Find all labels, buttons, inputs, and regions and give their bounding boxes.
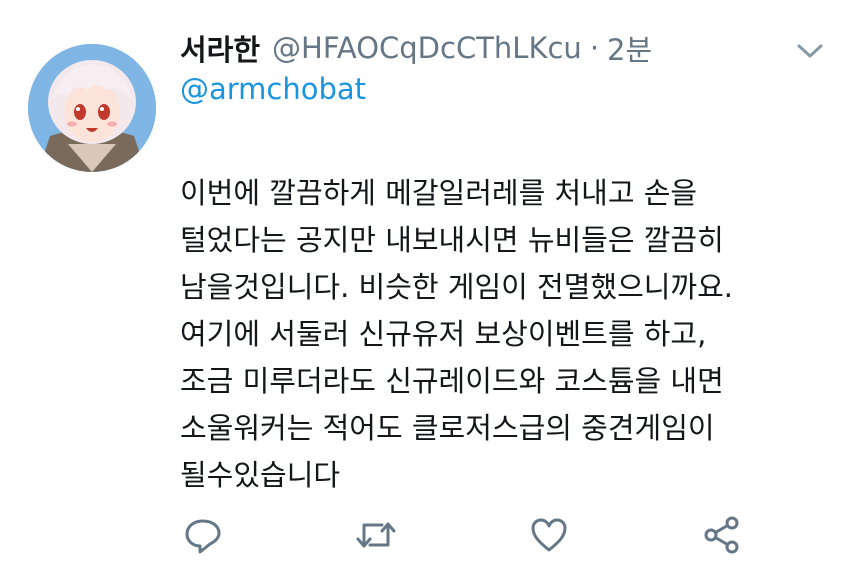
tweet-timestamp[interactable]: 2분 bbox=[607, 27, 652, 69]
tweet-text-line: 털었다는 공지만 내보내시면 뉴비들은 깔끔히 bbox=[180, 223, 724, 257]
avatar[interactable] bbox=[28, 44, 156, 172]
meta-separator: · bbox=[589, 31, 600, 65]
heart-icon bbox=[531, 518, 567, 552]
tweet-actions bbox=[0, 510, 850, 560]
tweet-text-line: 이번에 깔끔하게 메갈일러레를 처내고 손을 bbox=[180, 176, 698, 210]
tweet-text: 이번에 깔끔하게 메갈일러레를 처내고 손을 털었다는 공지만 내보내시면 뉴비… bbox=[180, 170, 830, 499]
tweet-text-line: 여기에 서둘러 신규유저 보상이벤트를 하고, bbox=[180, 317, 707, 351]
tweet-text-line: 조금 미루더라도 신규레이드와 코스튬을 내면 bbox=[180, 364, 724, 398]
avatar-image bbox=[28, 44, 156, 172]
share-button[interactable] bbox=[697, 510, 747, 560]
tweet-text-line: 될수있습니다 bbox=[180, 458, 341, 492]
retweet-button[interactable] bbox=[351, 510, 401, 560]
chevron-down-icon bbox=[797, 44, 823, 58]
author-name[interactable]: 서라한 bbox=[180, 27, 260, 69]
share-icon bbox=[704, 516, 739, 554]
reply-icon bbox=[185, 519, 221, 554]
reply-to-mention[interactable]: @armchobat bbox=[180, 72, 366, 106]
like-button[interactable] bbox=[524, 510, 574, 560]
retweet-icon bbox=[356, 522, 396, 548]
author-handle[interactable]: @HFAOCqDcCThLKcu bbox=[272, 31, 582, 65]
tweet-text-line: 소울워커는 적어도 클로저스급의 중견게임이 bbox=[180, 411, 715, 445]
tweet-header: 서라한 @HFAOCqDcCThLKcu · 2분 bbox=[180, 26, 780, 70]
tweet-text-line: 남을것입니다. 비슷한 게임이 전멸했으니까요. bbox=[180, 270, 734, 304]
reply-button[interactable] bbox=[178, 510, 228, 560]
tweet-menu-button[interactable] bbox=[790, 36, 830, 66]
